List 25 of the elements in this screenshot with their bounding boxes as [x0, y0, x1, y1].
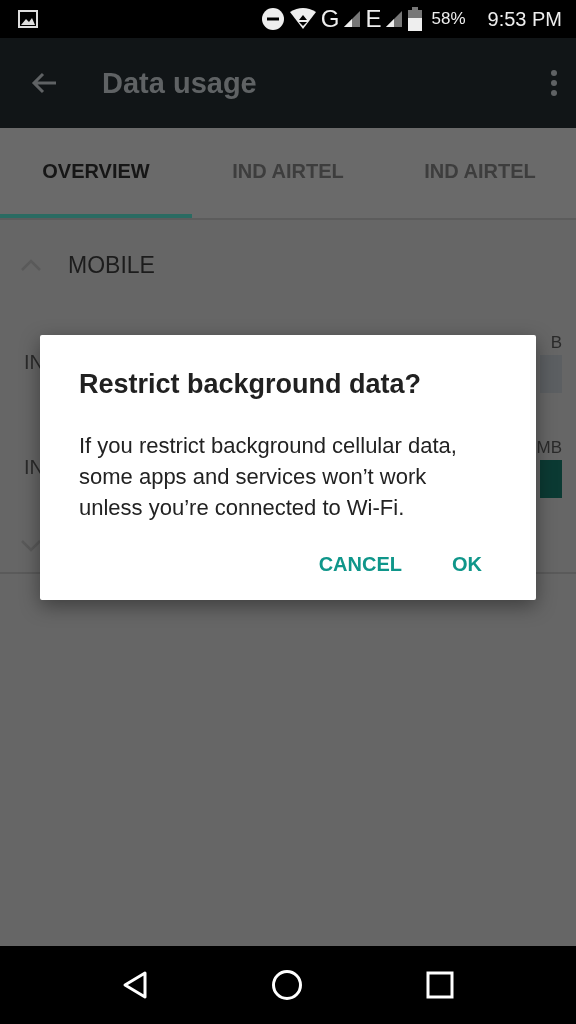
battery-percentage: 58% [431, 9, 466, 29]
section-title: MOBILE [68, 251, 155, 279]
dialog-message: If you restrict background cellular data, some apps and services won’t work unless you’re connected to Wi-Fi. [79, 432, 458, 522]
clock: 9:53 PM [487, 7, 562, 31]
back-arrow-icon[interactable] [30, 71, 58, 95]
wifi-icon [288, 8, 317, 30]
do-not-disturb-icon [260, 7, 285, 31]
network-label: E [365, 5, 382, 33]
usage-value: B [550, 332, 562, 353]
tab[interactable]: OVERVIEW [0, 128, 192, 218]
more-options-icon[interactable] [550, 70, 558, 96]
home-icon[interactable] [271, 969, 303, 1001]
dialog-button[interactable]: OK [438, 545, 496, 584]
dialog-button[interactable]: CANCEL [304, 545, 416, 584]
screen-title: Data usage [102, 66, 258, 100]
image-icon [18, 10, 38, 28]
signal-icon [343, 10, 362, 28]
signal-icon [385, 10, 404, 28]
network-label: G [320, 5, 340, 33]
recents-icon[interactable] [426, 971, 455, 999]
battery-icon [407, 7, 424, 31]
usage-value: MB [536, 437, 562, 458]
back-icon[interactable] [121, 970, 148, 1000]
chevron-icon[interactable] [20, 539, 42, 553]
dialog-title: Restrict background data? [79, 369, 423, 400]
